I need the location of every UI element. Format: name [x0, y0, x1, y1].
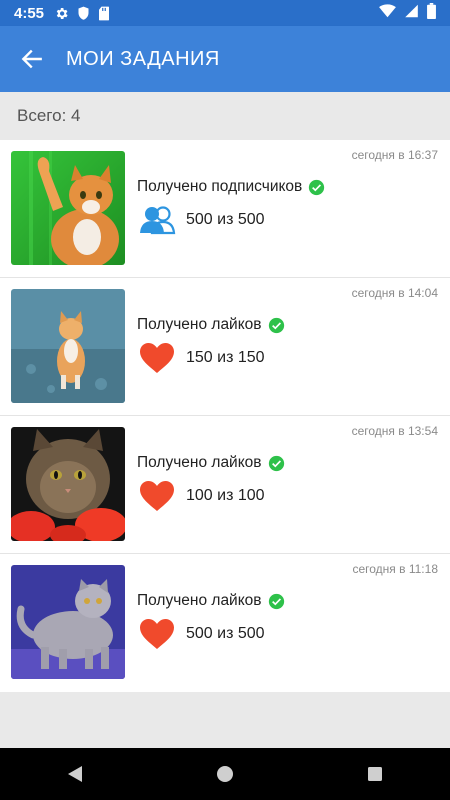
- task-timestamp: сегодня в 16:37: [351, 148, 438, 162]
- cat-photo-green-background: [11, 151, 125, 265]
- home-circle-icon[interactable]: [195, 748, 255, 800]
- task-title: Получено подписчиков: [137, 178, 325, 196]
- battery-icon: [427, 3, 436, 23]
- total-count: Всего: 4: [0, 92, 450, 140]
- status-time: 4:55: [14, 4, 45, 22]
- system-nav-bar: [0, 748, 450, 800]
- cat-photo-blue-street: [11, 289, 125, 403]
- cat-photo-purple-background: [11, 565, 125, 679]
- task-progress: 100 из 100: [139, 478, 265, 514]
- task-timestamp: сегодня в 14:04: [351, 286, 438, 300]
- heart-icon: [139, 478, 179, 514]
- check-circle-icon: [268, 593, 285, 610]
- task-progress-text: 500 из 500: [186, 211, 265, 228]
- task-title: Получено лайков: [137, 316, 285, 334]
- task-progress-text: 100 из 100: [186, 487, 265, 504]
- task-title-label: Получено подписчиков: [137, 178, 303, 195]
- task-progress-text: 500 из 500: [186, 625, 265, 642]
- task-item[interactable]: сегодня в 13:54 Получено лайков 100 из 1…: [0, 416, 450, 554]
- task-title-label: Получено лайков: [137, 316, 262, 333]
- total-count-label: Всего: 4: [17, 106, 81, 125]
- gear-icon: [54, 6, 69, 21]
- shield-icon: [77, 6, 90, 21]
- cat-photo-red-flowers: [11, 427, 125, 541]
- task-progress: 500 из 500: [139, 202, 265, 238]
- app-bar: МОИ ЗАДАНИЯ: [0, 26, 450, 92]
- task-item[interactable]: сегодня в 11:18 Получено лайков 500 из 5…: [0, 554, 450, 692]
- check-circle-icon: [268, 317, 285, 334]
- task-list: сегодня в 16:37 Получено подписчиков 500…: [0, 140, 450, 692]
- check-circle-icon: [308, 179, 325, 196]
- signal-icon: [404, 4, 419, 22]
- task-timestamp: сегодня в 11:18: [352, 562, 438, 576]
- task-progress-text: 150 из 150: [186, 349, 265, 366]
- sd-card-icon: [98, 6, 110, 21]
- heart-icon: [139, 340, 179, 376]
- task-title-label: Получено лайков: [137, 454, 262, 471]
- task-title: Получено лайков: [137, 454, 285, 472]
- task-progress: 500 из 500: [139, 616, 265, 652]
- task-item[interactable]: сегодня в 16:37 Получено подписчиков 500…: [0, 140, 450, 278]
- task-title-label: Получено лайков: [137, 592, 262, 609]
- task-item[interactable]: сегодня в 14:04 Получено лайков 150 из 1…: [0, 278, 450, 416]
- page-title: МОИ ЗАДАНИЯ: [66, 47, 220, 70]
- wifi-icon: [379, 4, 396, 22]
- arrow-back-icon[interactable]: [0, 26, 66, 92]
- check-circle-icon: [268, 455, 285, 472]
- back-triangle-icon[interactable]: [45, 748, 105, 800]
- recents-square-icon[interactable]: [345, 748, 405, 800]
- followers-icon: [139, 202, 179, 238]
- task-title: Получено лайков: [137, 592, 285, 610]
- status-bar: 4:55: [0, 0, 450, 26]
- task-timestamp: сегодня в 13:54: [351, 424, 438, 438]
- heart-icon: [139, 616, 179, 652]
- task-progress: 150 из 150: [139, 340, 265, 376]
